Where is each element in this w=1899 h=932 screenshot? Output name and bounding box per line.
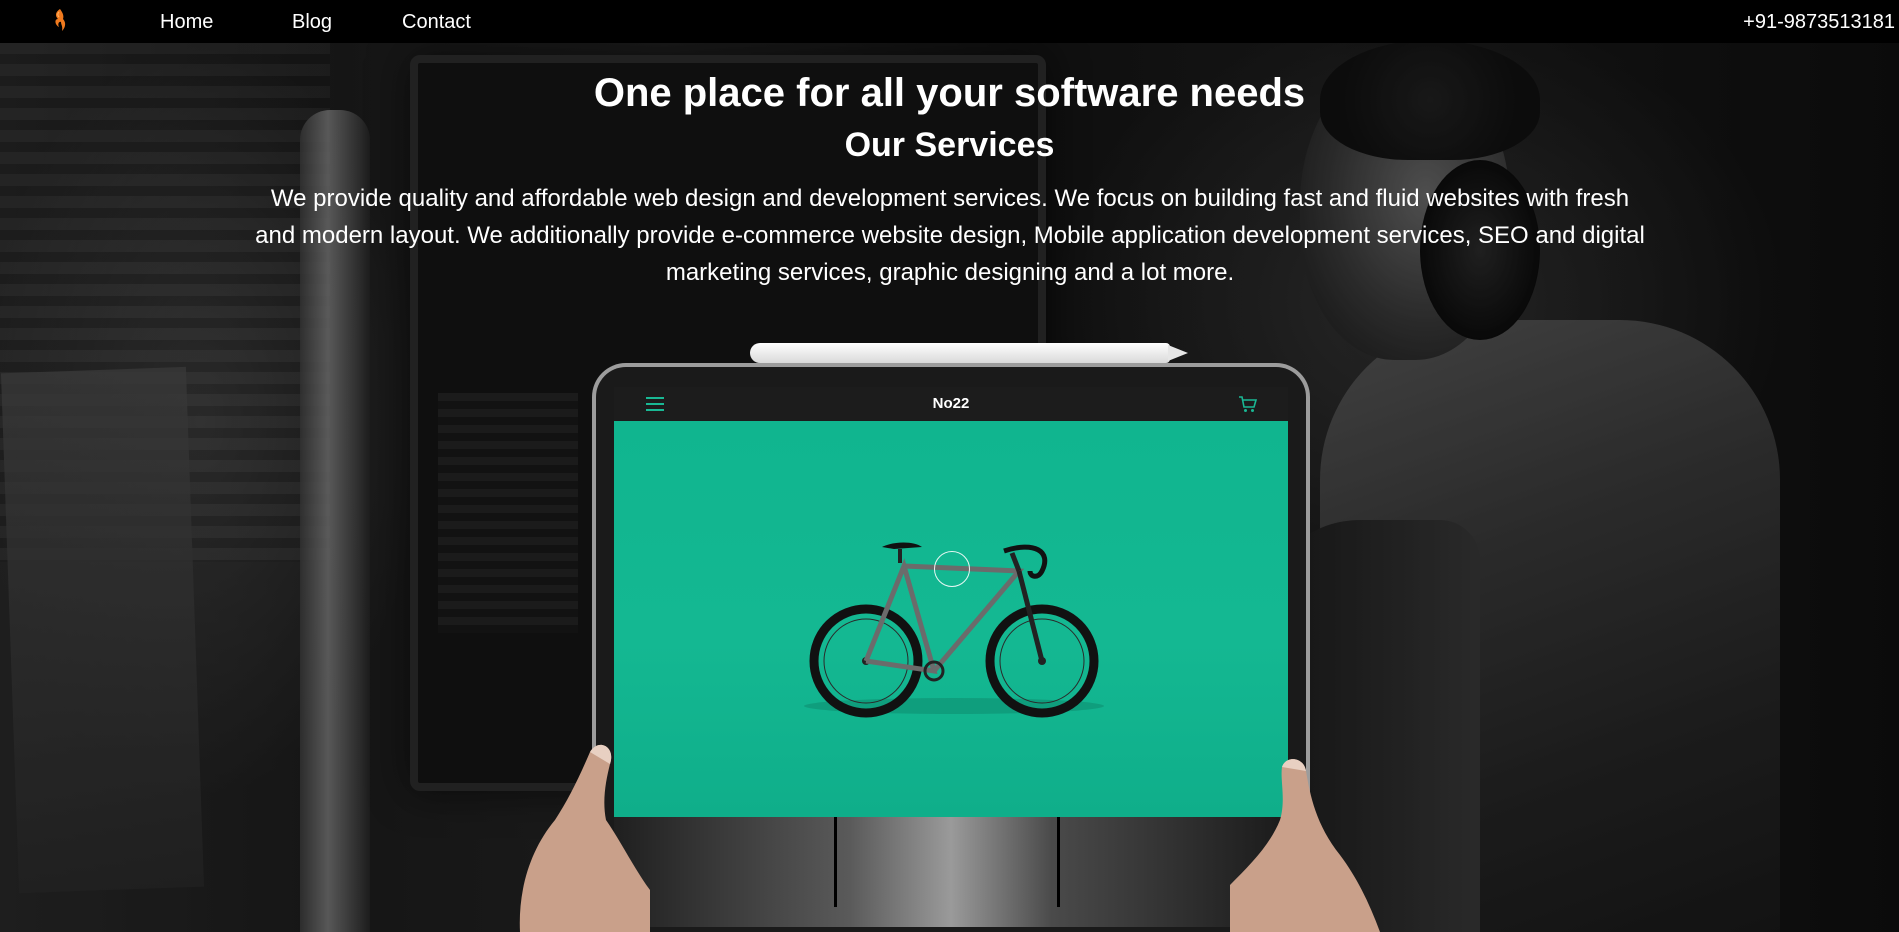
services-description: We provide quality and affordable web de… <box>255 185 1645 286</box>
nav-link-blog[interactable]: Blog <box>292 9 332 35</box>
stylus-tip <box>1168 345 1188 361</box>
flame-logo-icon[interactable] <box>48 7 72 35</box>
app-title: No22 <box>932 395 970 412</box>
hero-title: One place for all your software needs <box>593 71 1306 115</box>
product-showcase <box>614 421 1288 817</box>
nav-link-home[interactable]: Home <box>160 9 213 35</box>
shopping-cart-icon[interactable] <box>1238 395 1258 413</box>
nav-link-contact[interactable]: Contact <box>402 9 471 35</box>
right-hand <box>1230 759 1380 932</box>
section-title: Our Services <box>844 126 1055 164</box>
tablet-mockup: No22 <box>592 363 1310 932</box>
product-gallery-strip <box>614 817 1288 927</box>
tablet-screen: No22 <box>614 387 1288 927</box>
gallery-tile[interactable] <box>837 817 1060 907</box>
page: Home Blog Contact +91-9873513181 One pla… <box>0 0 1899 932</box>
app-header-bar: No22 <box>614 387 1288 421</box>
left-hand <box>519 744 650 932</box>
phone-number[interactable]: +91-9873513181 <box>1743 9 1895 35</box>
top-navbar: Home Blog Contact +91-9873513181 <box>0 0 1899 43</box>
bicycle-image <box>804 542 1104 718</box>
stylus-pencil <box>750 343 1170 363</box>
cursor-indicator <box>934 551 970 587</box>
